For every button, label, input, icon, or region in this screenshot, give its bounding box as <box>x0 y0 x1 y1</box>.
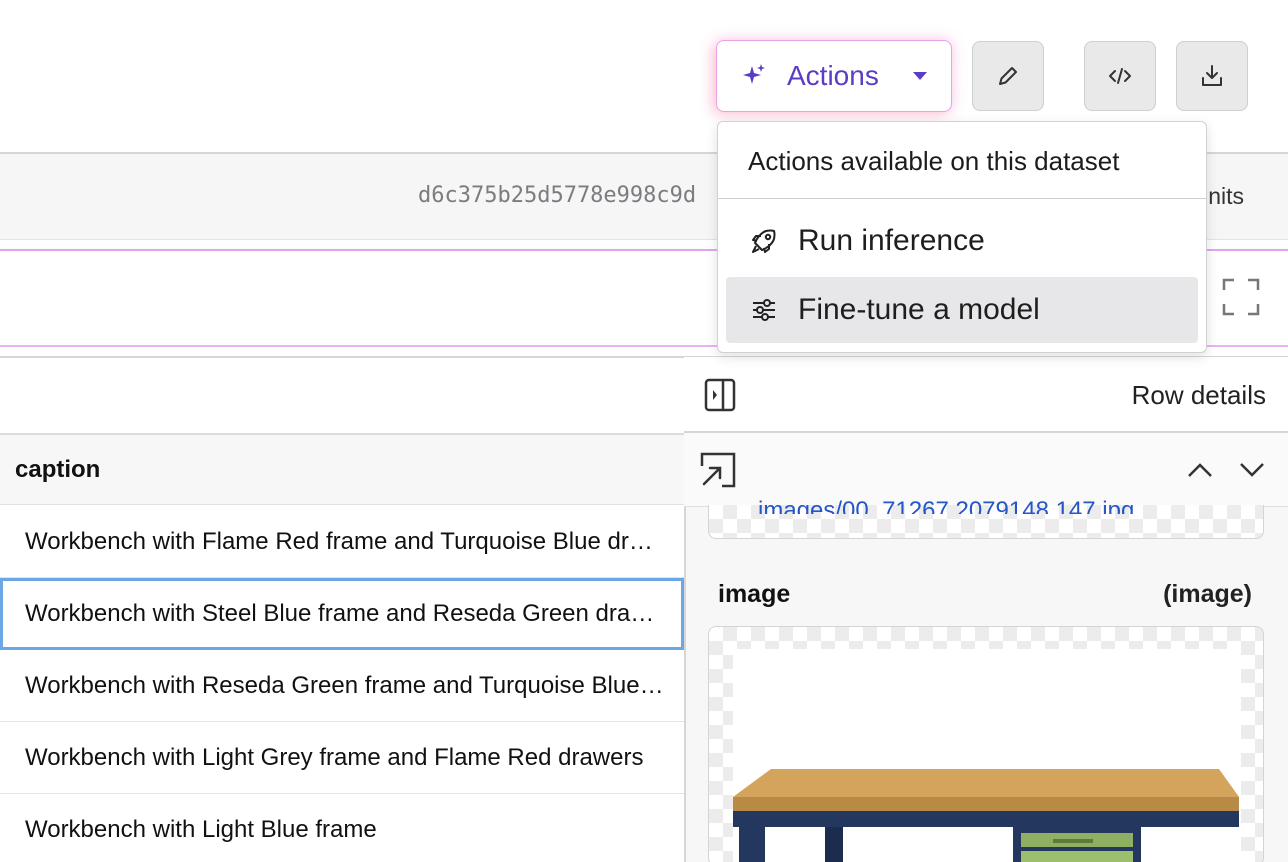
actions-button[interactable]: Actions <box>716 40 952 112</box>
menu-item-label: Run inference <box>798 224 985 257</box>
menu-item-run-inference[interactable]: Run inference <box>726 208 1198 274</box>
table-cell-caption: Workbench with Flame Red frame and Turqu… <box>25 527 664 555</box>
table-cell-caption: Workbench with Steel Blue frame and Rese… <box>25 600 661 627</box>
workbench-image <box>733 769 1239 862</box>
table-cell-caption: Workbench with Light Blue frame <box>25 815 377 843</box>
pencil-icon <box>999 67 1017 85</box>
column-header-label: caption <box>15 455 101 483</box>
table-cell-caption: Workbench with Reseda Green frame and Tu… <box>25 671 664 699</box>
image-canvas <box>733 649 1241 862</box>
file-path-link[interactable]: images/00_71267 2079148.147.jpg <box>758 488 1134 514</box>
edit-button[interactable] <box>972 41 1044 111</box>
menu-item-fine-tune[interactable]: Fine-tune a model <box>726 277 1198 343</box>
sparkle-icon <box>743 64 765 84</box>
table-row[interactable]: Workbench with Reseda Green frame and Tu… <box>0 650 684 722</box>
download-button[interactable] <box>1176 41 1248 111</box>
sidebar-toggle-icon[interactable] <box>704 378 736 412</box>
actions-dropdown-menu: Actions available on this dataset Run in… <box>717 121 1207 353</box>
image-preview[interactable] <box>708 626 1264 862</box>
chevron-up-icon[interactable] <box>1186 460 1214 480</box>
field-type: (image) <box>1163 580 1252 608</box>
dataset-units-label: nits <box>1208 183 1244 209</box>
open-in-new-icon[interactable] <box>700 452 736 488</box>
chevron-down-icon[interactable] <box>1238 460 1266 480</box>
actions-label: Actions <box>787 60 879 91</box>
download-icon <box>1202 65 1222 86</box>
table-row[interactable]: Workbench with Light Blue frame <box>0 794 684 862</box>
sliders-icon <box>753 299 775 321</box>
table-row-selected[interactable]: Workbench with Steel Blue frame and Rese… <box>0 578 684 650</box>
rocket-icon <box>752 229 776 253</box>
menu-divider <box>718 198 1206 199</box>
embed-code-button[interactable] <box>1084 41 1156 111</box>
menu-item-label: Fine-tune a model <box>798 293 1040 326</box>
field-name: image <box>718 580 791 608</box>
table-row[interactable]: Workbench with Light Grey frame and Flam… <box>0 722 684 794</box>
menu-title: Actions available on this dataset <box>748 146 1120 176</box>
dataset-hash: d6c375b25d5778e998c9d <box>418 183 697 208</box>
chevron-down-icon <box>913 72 927 80</box>
table-cell-caption: Workbench with Light Grey frame and Flam… <box>25 743 644 771</box>
row-details-title: Row details <box>1131 380 1266 410</box>
column-header-caption[interactable]: caption <box>0 433 684 505</box>
fullscreen-icon[interactable] <box>1222 278 1260 316</box>
code-icon <box>1109 68 1131 84</box>
table-row[interactable]: Workbench with Flame Red frame and Turqu… <box>0 506 684 578</box>
